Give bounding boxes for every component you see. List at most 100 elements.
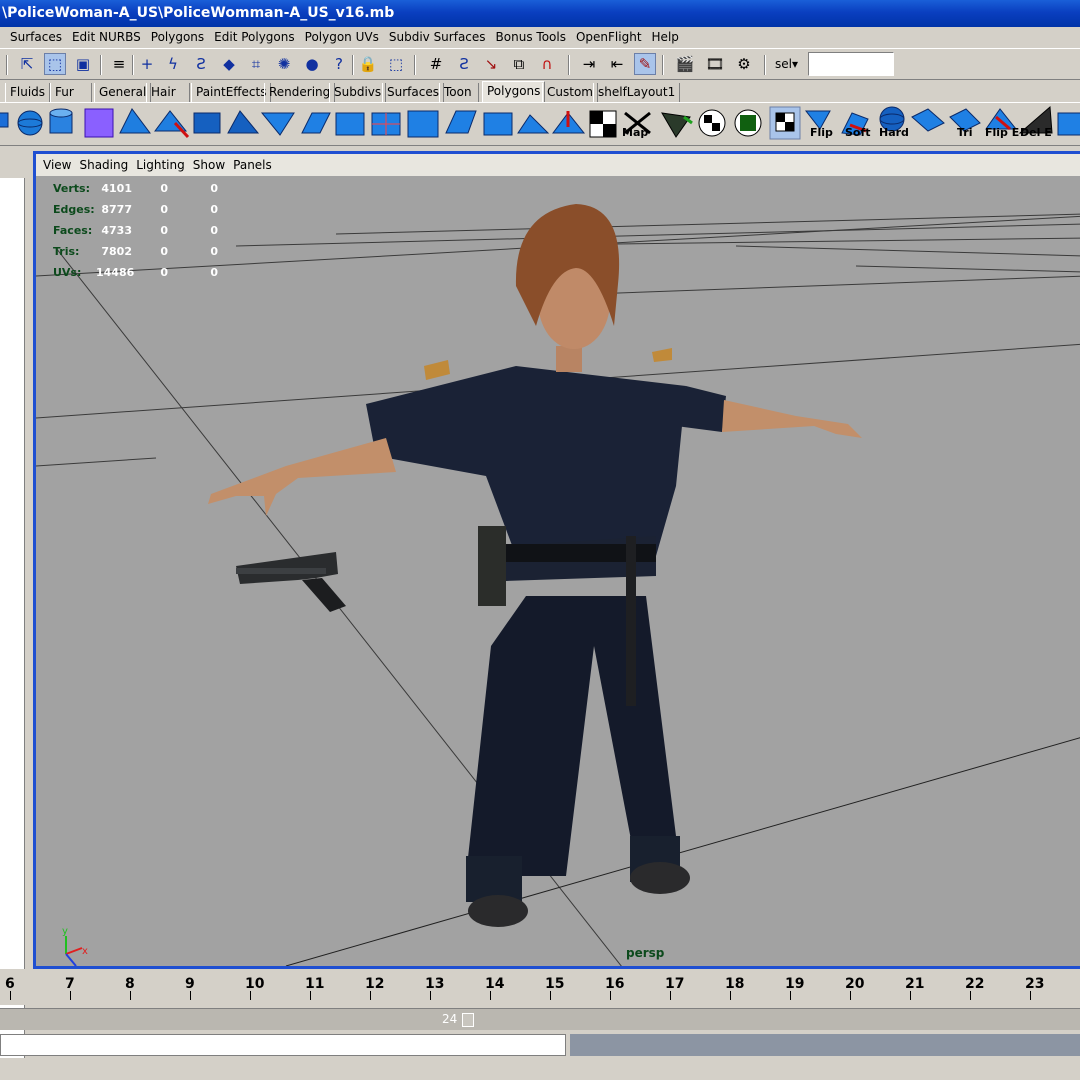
viewport-canvas[interactable]: y x z Verts: 4101 0 0 Edges: 8777 0 0 Fa… xyxy=(36,176,1080,966)
tab-custom[interactable]: Custom xyxy=(542,83,598,102)
select-deformations-icon[interactable]: ⌗ xyxy=(245,53,267,75)
render-globals-icon[interactable]: ⚙ xyxy=(733,53,755,75)
spherical-map-icon xyxy=(698,109,726,137)
tab-surfaces[interactable]: Surfaces xyxy=(382,83,444,102)
snap-curve-icon[interactable]: Ƨ xyxy=(453,53,475,75)
shelf-icons xyxy=(0,105,1080,140)
svg-text:x: x xyxy=(82,946,88,957)
frame-number: 11 xyxy=(305,976,325,992)
tab-painteffects[interactable]: PaintEffects xyxy=(191,83,272,102)
frame-tick xyxy=(250,991,251,1000)
tab-subdivs[interactable]: Subdivs xyxy=(329,83,387,102)
extract-icon xyxy=(154,110,190,139)
tab-fur[interactable]: Fur xyxy=(50,83,92,102)
status-toolbar: ⇱ ⬚ ▣ ≡ + ϟ Ƨ ◆ ⌗ ✺ ● ? 🔒 ⬚ # Ƨ ↘ ⧉ ∩ ⇥ … xyxy=(0,48,1080,80)
menu-edit-polygons[interactable]: Edit Polygons xyxy=(209,27,299,47)
perspective-viewport[interactable]: View Shading Lighting Show Panels y x z … xyxy=(33,151,1080,969)
frame-tick xyxy=(190,991,191,1000)
polygons-shelf xyxy=(0,102,1080,146)
range-slider[interactable]: 24 xyxy=(0,1008,1080,1030)
hud-faces-label: Faces: xyxy=(53,224,93,237)
viewport-panel-menu: View Shading Lighting Show Panels xyxy=(36,154,1080,176)
menu-edit-nurbs[interactable]: Edit NURBS xyxy=(67,27,146,47)
output-ops-icon[interactable]: ⇤ xyxy=(606,53,628,75)
hud-verts-extra: 0 xyxy=(210,182,218,195)
menu-subdiv-surfaces[interactable]: Subdiv Surfaces xyxy=(384,27,491,47)
toolbar-separator xyxy=(352,55,354,75)
hud-faces-extra: 0 xyxy=(210,224,218,237)
frame-number: 12 xyxy=(365,976,385,992)
select-component-icon[interactable]: ▣ xyxy=(72,53,94,75)
frame-number: 20 xyxy=(845,976,865,992)
range-end-value: 24 xyxy=(442,1012,458,1026)
tab-polygons[interactable]: Polygons xyxy=(482,81,546,102)
command-result-field xyxy=(570,1034,1080,1056)
toolbar-separator xyxy=(132,55,134,75)
hud-verts-value: 4101 xyxy=(101,182,132,195)
command-line-input[interactable] xyxy=(0,1034,566,1056)
frame-tick xyxy=(730,991,731,1000)
snap-grid-icon[interactable]: # xyxy=(425,53,447,75)
panel-menu-lighting[interactable]: Lighting xyxy=(132,154,189,176)
quick-selection-field[interactable] xyxy=(808,52,894,76)
layout-uvs-icon xyxy=(734,109,762,137)
pistol-model xyxy=(236,552,346,612)
render-frame-icon[interactable]: 🎬 xyxy=(674,53,696,75)
tab-shelflayout1[interactable]: shelfLayout1 xyxy=(593,83,681,102)
toolbar-separator xyxy=(100,55,102,75)
help-line xyxy=(0,1058,1080,1080)
select-curves-icon[interactable]: Ƨ xyxy=(190,53,212,75)
select-joints-icon[interactable]: ϟ xyxy=(162,53,184,75)
select-surfaces-icon[interactable]: ◆ xyxy=(218,53,240,75)
frame-tick xyxy=(550,991,551,1000)
extra-shelf-icon xyxy=(1057,112,1080,136)
ipr-render-icon[interactable]: 🎞 xyxy=(704,53,726,75)
panel-menu-panels[interactable]: Panels xyxy=(229,154,276,176)
select-handles-icon[interactable]: + xyxy=(136,53,158,75)
hud-tris-selected: 0 xyxy=(160,245,168,258)
hud-edges-extra: 0 xyxy=(210,203,218,216)
select-object-icon[interactable]: ⬚ xyxy=(44,53,66,75)
shelf-label-hard: Hard xyxy=(879,126,909,139)
panel-menu-shading[interactable]: Shading xyxy=(75,154,132,176)
select-rendering-icon[interactable]: ● xyxy=(301,53,323,75)
snap-point-icon[interactable]: ↘ xyxy=(480,53,502,75)
frame-number: 9 xyxy=(185,976,195,992)
tab-hair[interactable]: Hair xyxy=(146,83,190,102)
select-hierarchy-icon[interactable]: ⇱ xyxy=(16,53,38,75)
tool-box-panel xyxy=(0,178,25,1080)
panel-menu-view[interactable]: View xyxy=(36,154,75,176)
svg-text:y: y xyxy=(62,926,68,937)
hud-tris-value: 7802 xyxy=(101,245,132,258)
tab-fluids[interactable]: Fluids xyxy=(5,83,51,102)
menu-surfaces[interactable]: Surfaces xyxy=(0,27,67,47)
select-dynamics-icon[interactable]: ✺ xyxy=(273,53,295,75)
menu-bonus-tools[interactable]: Bonus Tools xyxy=(491,27,571,47)
menu-help[interactable]: Help xyxy=(647,27,684,47)
mask-menu-icon[interactable]: ≡ xyxy=(108,53,130,75)
smooth-icon xyxy=(335,112,365,136)
input-ops-icon[interactable]: ⇥ xyxy=(578,53,600,75)
make-live-icon[interactable]: ∩ xyxy=(536,53,558,75)
hud-tris-extra: 0 xyxy=(210,245,218,258)
lock-selection-icon[interactable]: 🔒 xyxy=(357,53,379,75)
frame-number: 23 xyxy=(1025,976,1045,992)
frame-number: 15 xyxy=(545,976,565,992)
menu-openflight[interactable]: OpenFlight xyxy=(571,27,647,47)
quick-selection-label[interactable]: sel▾ xyxy=(775,57,798,71)
time-slider[interactable]: 6 7 8 9 10 11 12 13 14 15 16 17 18 19 20… xyxy=(0,969,1080,1005)
panel-menu-show[interactable]: Show xyxy=(189,154,229,176)
snap-view-plane-icon[interactable]: ⧉ xyxy=(508,53,530,75)
frame-tick xyxy=(610,991,611,1000)
combine-icon xyxy=(119,108,151,134)
tab-rendering[interactable]: Rendering xyxy=(264,83,336,102)
construction-history-icon[interactable]: ✎ xyxy=(634,53,656,75)
tab-toon[interactable]: Toon xyxy=(439,83,479,102)
tab-general[interactable]: General xyxy=(94,83,152,102)
menu-polygon-uvs[interactable]: Polygon UVs xyxy=(300,27,384,47)
range-end-handle[interactable] xyxy=(462,1013,474,1027)
frame-tick xyxy=(790,991,791,1000)
highlight-selection-icon[interactable]: ⬚ xyxy=(385,53,407,75)
select-misc-icon[interactable]: ? xyxy=(328,53,350,75)
menu-polygons[interactable]: Polygons xyxy=(146,27,209,47)
